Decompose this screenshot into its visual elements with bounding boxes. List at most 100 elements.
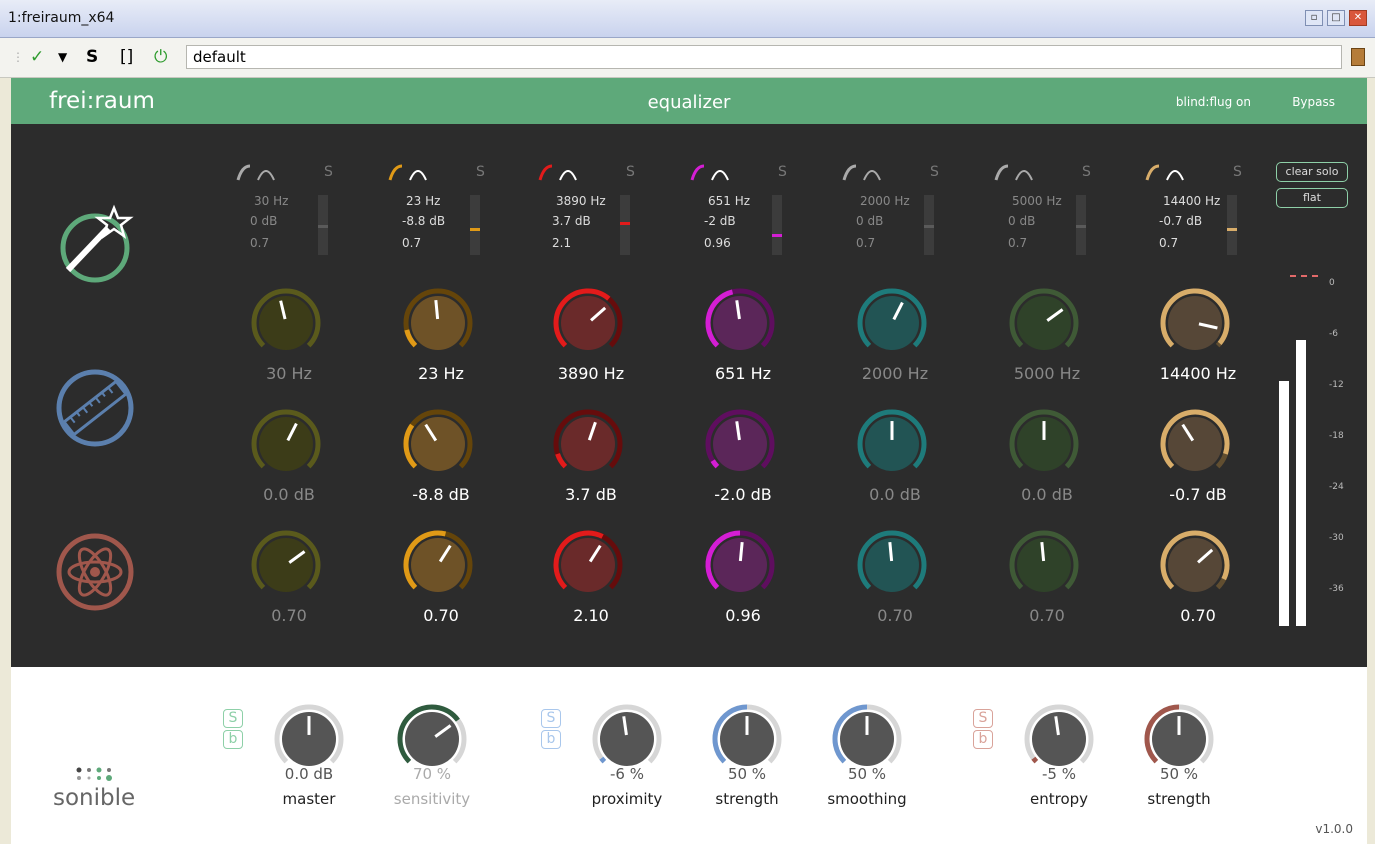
band-gain-knob[interactable] <box>250 408 322 480</box>
band-gain-knob[interactable] <box>1159 408 1231 480</box>
band-header-gain[interactable]: -2 dB <box>704 214 736 228</box>
band-q-knob[interactable] <box>1159 529 1231 601</box>
band-header-freq[interactable]: 30 Hz <box>254 194 288 208</box>
band-gain-knob[interactable] <box>402 408 474 480</box>
band-solo-button[interactable]: S <box>778 164 787 180</box>
filter-shape-icon[interactable] <box>214 160 294 184</box>
band-q-knob[interactable] <box>704 529 776 601</box>
knob-body[interactable] <box>713 417 767 471</box>
band-header-gain[interactable]: 0 dB <box>856 214 883 228</box>
bypass-toggle[interactable]: b <box>541 730 561 749</box>
band-header-gain[interactable]: 0 dB <box>250 214 277 228</box>
band-q-knob[interactable] <box>250 529 322 601</box>
knob-body[interactable] <box>1168 538 1222 592</box>
ruler-icon[interactable] <box>54 367 136 449</box>
preset-field[interactable]: default <box>186 45 1342 69</box>
close-button[interactable]: ✕ <box>1349 10 1367 26</box>
filter-shape-icon[interactable] <box>366 160 446 184</box>
band-freq-knob[interactable] <box>1159 287 1231 359</box>
band-header-gain[interactable]: -0.7 dB <box>1159 214 1202 228</box>
knob-body[interactable] <box>713 538 767 592</box>
book-icon[interactable] <box>1351 48 1365 66</box>
band-gain-knob[interactable] <box>856 408 928 480</box>
band-header-q[interactable]: 0.96 <box>704 236 731 250</box>
knob-body[interactable] <box>1017 296 1071 350</box>
maximize-button[interactable]: □ <box>1327 10 1345 26</box>
knob-body[interactable] <box>1168 296 1222 350</box>
band-header-freq[interactable]: 2000 Hz <box>860 194 910 208</box>
band-filter-types[interactable] <box>366 160 516 190</box>
band-solo-button[interactable]: S <box>1233 164 1242 180</box>
filter-shape-icon[interactable] <box>1123 160 1203 184</box>
band-freq-knob[interactable] <box>856 287 928 359</box>
solo-toggle[interactable]: S <box>973 709 993 728</box>
blind-flug-toggle[interactable]: blind:flug on <box>1176 95 1251 109</box>
band-solo-button[interactable]: S <box>476 164 485 180</box>
band-header-q[interactable]: 0.7 <box>1008 236 1027 250</box>
band-filter-types[interactable] <box>214 160 364 190</box>
band-gain-knob[interactable] <box>704 408 776 480</box>
knob-body[interactable] <box>865 296 919 350</box>
mode-title[interactable]: equalizer <box>11 92 1367 113</box>
band-freq-knob[interactable] <box>250 287 322 359</box>
band-filter-types[interactable] <box>972 160 1122 190</box>
band-solo-button[interactable]: S <box>626 164 635 180</box>
band-q-knob[interactable] <box>552 529 624 601</box>
filter-shape-icon[interactable] <box>668 160 748 184</box>
bypass-toggle[interactable]: b <box>223 730 243 749</box>
sidechain-button[interactable]: S <box>86 46 98 68</box>
solo-toggle[interactable]: S <box>223 709 243 728</box>
knob-body[interactable] <box>561 296 615 350</box>
band-solo-button[interactable]: S <box>1082 164 1091 180</box>
minimize-button[interactable]: ▫ <box>1305 10 1323 26</box>
band-filter-types[interactable] <box>516 160 666 190</box>
band-header-q[interactable]: 0.7 <box>250 236 269 250</box>
solo-bypass-toggle[interactable]: Sb <box>541 709 561 751</box>
knob-body[interactable] <box>259 538 313 592</box>
band-header-freq[interactable]: 651 Hz <box>708 194 750 208</box>
bypass-toggle[interactable]: b <box>973 730 993 749</box>
bypass-button[interactable]: Bypass <box>1292 95 1335 109</box>
band-header-freq[interactable]: 5000 Hz <box>1012 194 1062 208</box>
band-q-knob[interactable] <box>1008 529 1080 601</box>
band-filter-types[interactable] <box>1123 160 1273 190</box>
atom-icon[interactable] <box>54 531 136 613</box>
band-filter-types[interactable] <box>668 160 818 190</box>
solo-bypass-toggle[interactable]: Sb <box>973 709 993 751</box>
band-gain-knob[interactable] <box>552 408 624 480</box>
band-header-gain[interactable]: -8.8 dB <box>402 214 445 228</box>
check-icon[interactable]: ✓ <box>30 46 44 68</box>
magic-wand-icon[interactable] <box>54 204 136 286</box>
knob-body[interactable] <box>1032 712 1086 766</box>
knob-body[interactable] <box>561 538 615 592</box>
knob-body[interactable] <box>1168 417 1222 471</box>
band-header-q[interactable]: 2.1 <box>552 236 571 250</box>
band-freq-knob[interactable] <box>552 287 624 359</box>
band-freq-knob[interactable] <box>704 287 776 359</box>
knob-body[interactable] <box>713 296 767 350</box>
band-freq-knob[interactable] <box>402 287 474 359</box>
band-header-q[interactable]: 0.7 <box>402 236 421 250</box>
solo-bypass-toggle[interactable]: Sb <box>223 709 243 751</box>
knob-body[interactable] <box>411 538 465 592</box>
band-gain-knob[interactable] <box>1008 408 1080 480</box>
band-header-q[interactable]: 0.7 <box>1159 236 1178 250</box>
power-icon[interactable]: ⏻ <box>154 46 167 68</box>
knob-body[interactable] <box>561 417 615 471</box>
bracket-button[interactable]: [] <box>120 46 133 68</box>
band-q-knob[interactable] <box>856 529 928 601</box>
filter-shape-icon[interactable] <box>516 160 596 184</box>
knob-body[interactable] <box>259 296 313 350</box>
knob-body[interactable] <box>411 417 465 471</box>
band-solo-button[interactable]: S <box>930 164 939 180</box>
knob-body[interactable] <box>259 417 313 471</box>
band-header-freq[interactable]: 14400 Hz <box>1163 194 1220 208</box>
knob-body[interactable] <box>405 712 459 766</box>
band-filter-types[interactable] <box>820 160 970 190</box>
band-header-gain[interactable]: 0 dB <box>1008 214 1035 228</box>
dropdown-icon[interactable]: ▼ <box>58 46 67 68</box>
solo-toggle[interactable]: S <box>541 709 561 728</box>
flat-button[interactable]: flat <box>1276 188 1348 208</box>
band-header-gain[interactable]: 3.7 dB <box>552 214 591 228</box>
band-q-knob[interactable] <box>402 529 474 601</box>
